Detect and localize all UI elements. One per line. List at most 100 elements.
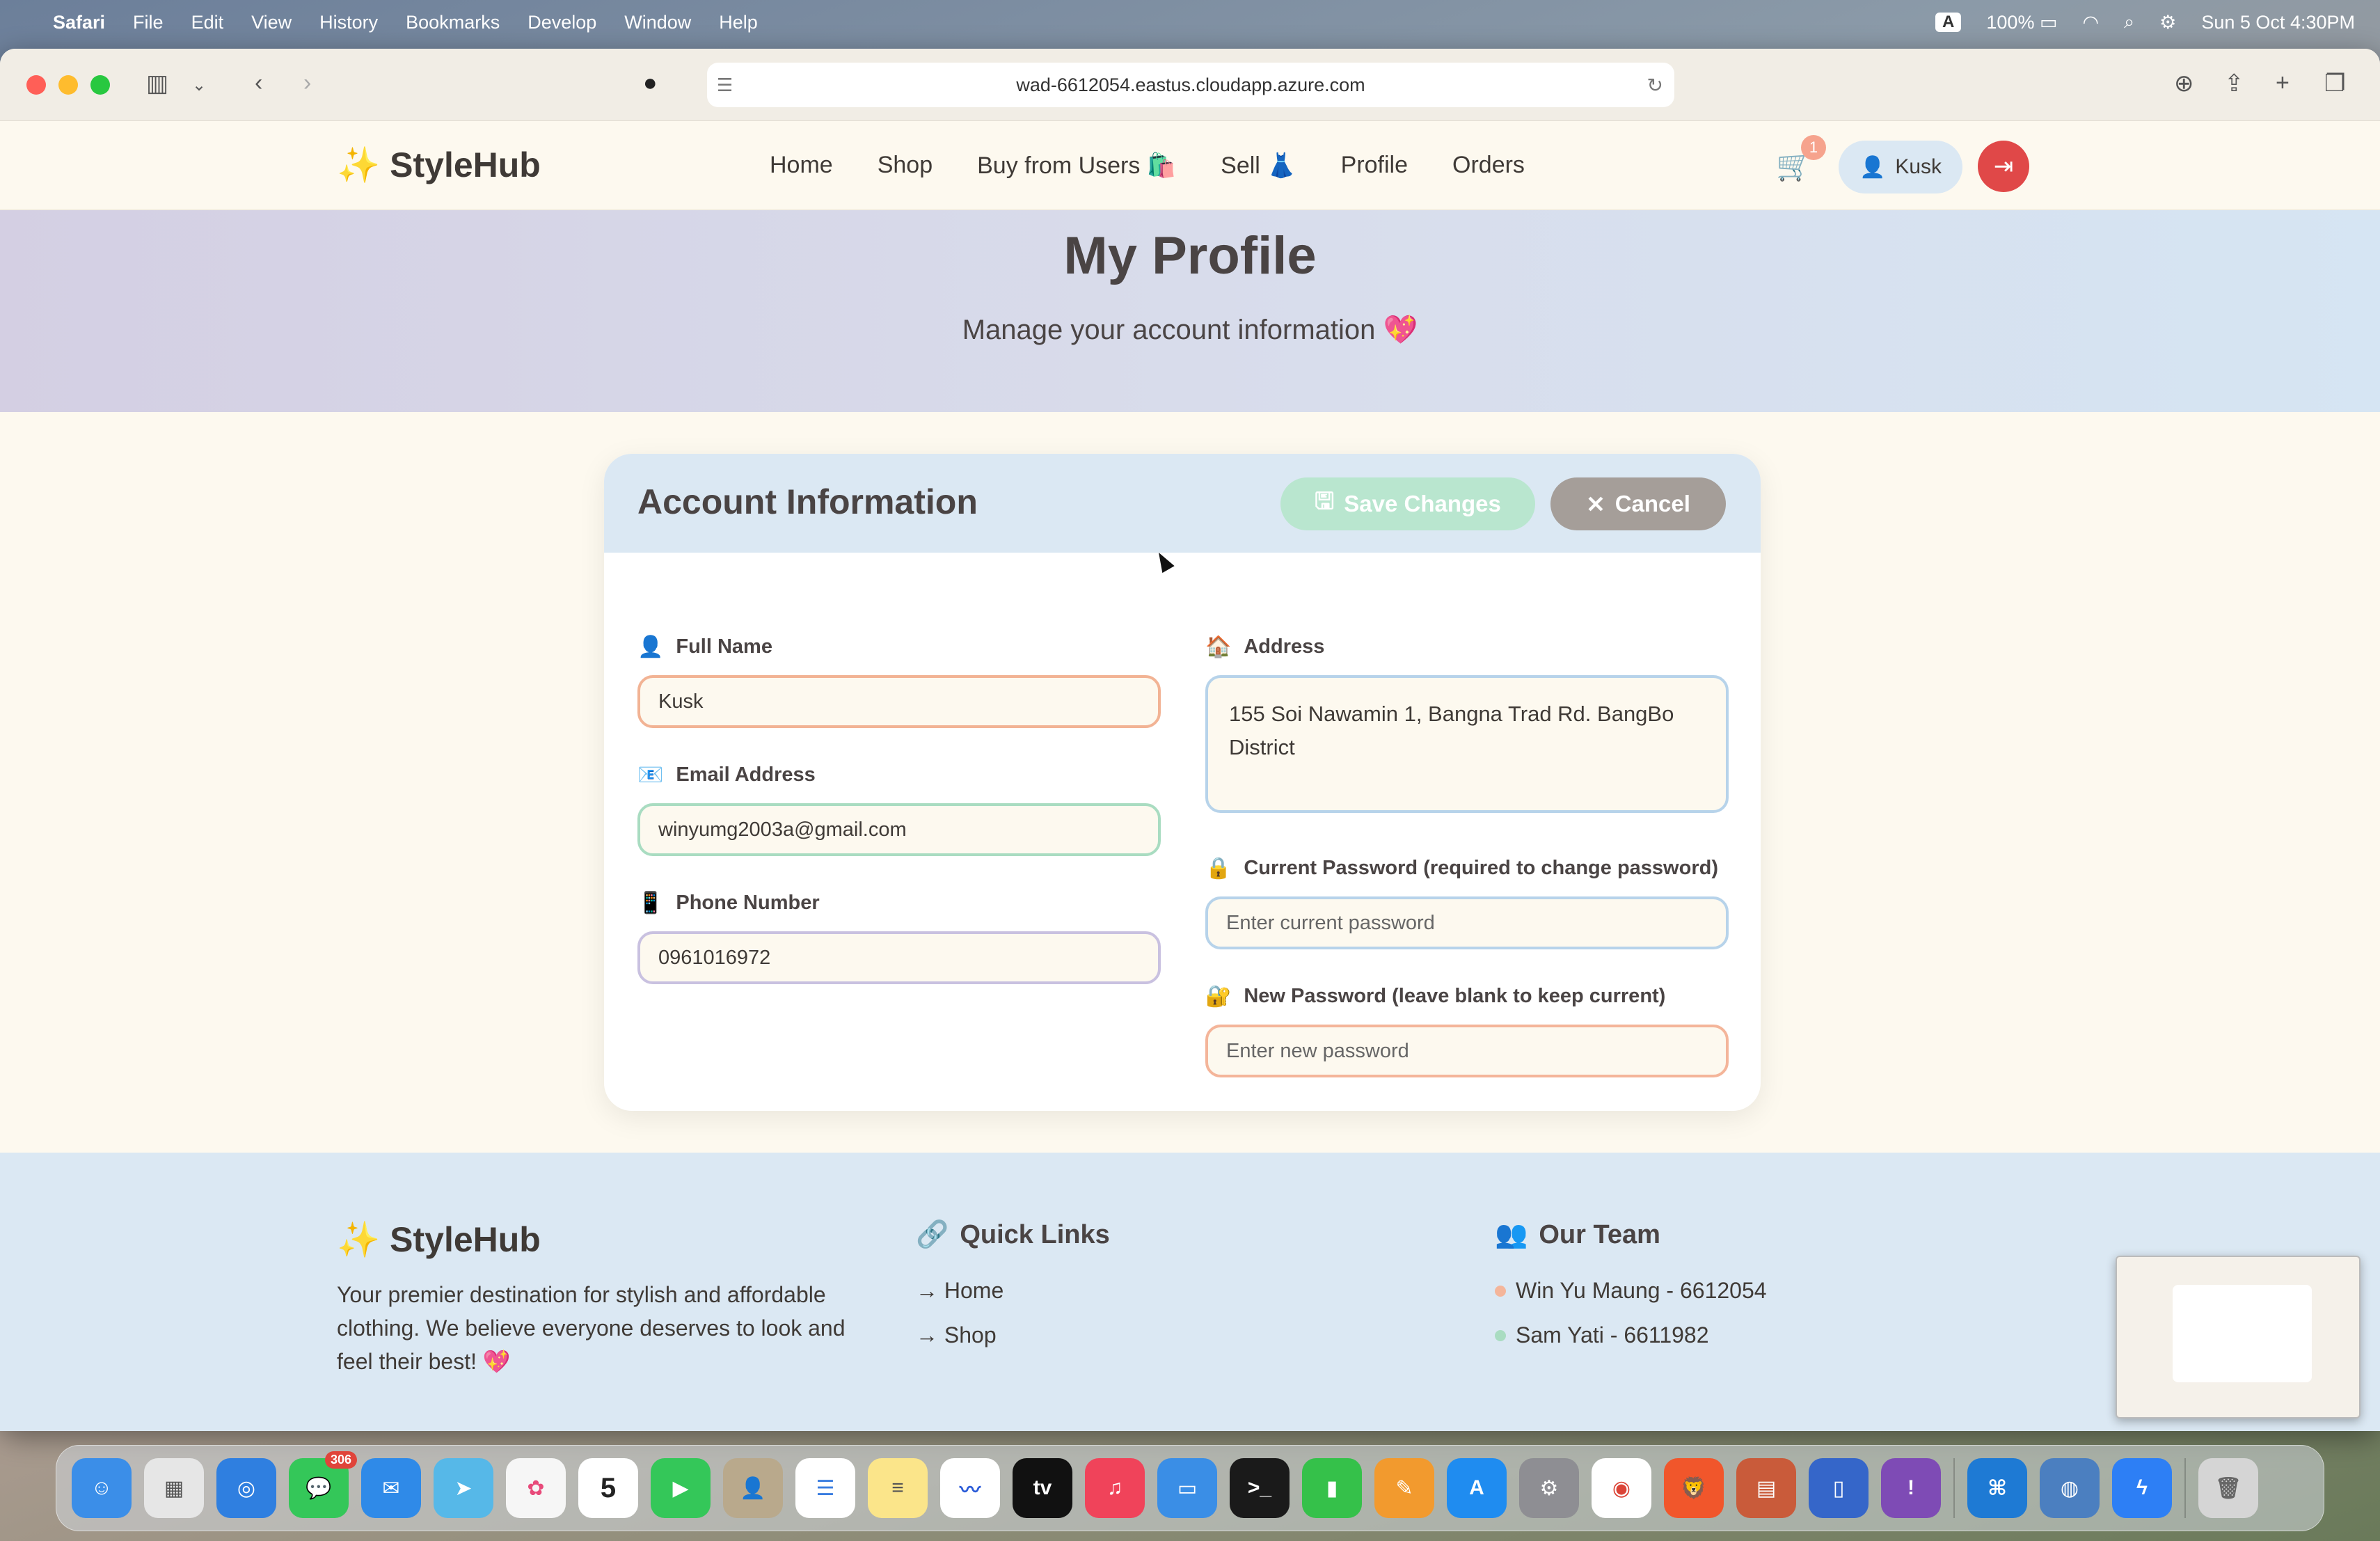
site-logo[interactable]: ✨ StyleHub <box>337 145 541 186</box>
main-nav: Home Shop Buy from Users 🛍️ Sell 👗 Profi… <box>770 152 1525 180</box>
freeform-icon[interactable]: 〰 <box>940 1458 1000 1518</box>
downloads-icon[interactable]: ⊕ <box>2174 70 2194 97</box>
facetime-icon[interactable]: ▶ <box>651 1458 711 1518</box>
reminders-icon[interactable]: ☰ <box>795 1458 855 1518</box>
cancel-button[interactable]: ✕ Cancel <box>1550 477 1726 530</box>
menu-view[interactable]: View <box>251 12 292 33</box>
pages-icon[interactable]: ✎ <box>1374 1458 1434 1518</box>
wifi-icon[interactable]: ◠ <box>2082 12 2099 33</box>
address-textarea[interactable]: 155 Soi Nawamin 1, Bangna Trad Rd. BangB… <box>1205 675 1729 813</box>
calendar-icon[interactable]: 5 <box>578 1458 638 1518</box>
browser-toolbar: ▥ ⌄ ‹ › ● ☰ wad-6612054.eastus.cloudapp.… <box>0 49 2380 121</box>
simulator-icon[interactable]: ▯ <box>1809 1458 1869 1518</box>
share-icon[interactable]: ⇪ <box>2224 70 2244 97</box>
new-password-input[interactable]: Enter new password <box>1205 1025 1729 1077</box>
spotlight-search-icon[interactable]: ⌕ <box>2124 11 2134 33</box>
quick-links-heading: 🔗 Quick Links <box>916 1219 1110 1250</box>
new-tab-icon[interactable]: + <box>2276 70 2290 97</box>
brave-icon[interactable]: 🦁 <box>1664 1458 1724 1518</box>
menu-help[interactable]: Help <box>719 12 758 33</box>
full-name-input[interactable]: Kusk <box>637 675 1161 728</box>
profile-hero: My Profile Manage your account informati… <box>0 210 2380 412</box>
menu-file[interactable]: File <box>133 12 164 33</box>
address-bar[interactable]: ☰ wad-6612054.eastus.cloudapp.azure.com … <box>707 63 1674 107</box>
email-input[interactable]: winyumg2003a@gmail.com <box>637 803 1161 856</box>
chevron-down-icon[interactable]: ⌄ <box>192 75 206 95</box>
key-lock-icon: 🔐 <box>1205 985 1232 1008</box>
save-changes-button[interactable]: 🖫 Save Changes <box>1280 477 1535 530</box>
team-member-name: Win Yu Maung - 6612054 <box>1516 1278 1767 1303</box>
quick-links-title: Quick Links <box>960 1219 1110 1249</box>
feedback-icon[interactable]: ! <box>1881 1458 1941 1518</box>
github-icon[interactable]: ● <box>643 70 658 97</box>
finder-icon[interactable]: ☺ <box>72 1458 132 1518</box>
maps-icon[interactable]: ➤ <box>434 1458 493 1518</box>
terminal-icon[interactable]: >_ <box>1230 1458 1290 1518</box>
page-title: My Profile <box>1063 226 1317 285</box>
footer-link-shop[interactable]: → Shop <box>916 1322 997 1348</box>
keynote-icon[interactable]: ▭ <box>1157 1458 1217 1518</box>
menu-window[interactable]: Window <box>624 12 691 33</box>
forward-arrow-icon[interactable]: › <box>303 70 311 97</box>
new-password-label: 🔐 New Password (leave blank to keep curr… <box>1205 984 1665 1009</box>
logout-button[interactable]: ⇥ <box>1978 141 2029 192</box>
page-subtitle: Manage your account information 💖 <box>962 315 1418 345</box>
team-icon: 👥 <box>1495 1220 1528 1249</box>
menu-edit[interactable]: Edit <box>191 12 224 33</box>
music-icon[interactable]: ♫ <box>1085 1458 1145 1518</box>
menubar-clock[interactable]: Sun 5 Oct 4:30PM <box>2201 12 2355 33</box>
notes-icon[interactable]: ≡ <box>868 1458 928 1518</box>
team-member-name: Sam Yati - 6611982 <box>1516 1322 1709 1348</box>
nav-shop[interactable]: Shop <box>878 152 933 180</box>
menu-develop[interactable]: Develop <box>527 12 596 33</box>
menu-history[interactable]: History <box>319 12 378 33</box>
nav-profile[interactable]: Profile <box>1341 152 1408 180</box>
vscode-icon[interactable]: ⌘ <box>1967 1458 2027 1518</box>
messages-icon[interactable]: 💬 306 <box>289 1451 357 1518</box>
menu-bookmarks[interactable]: Bookmarks <box>406 12 500 33</box>
messenger-icon[interactable]: ϟ <box>2112 1458 2172 1518</box>
database-app-icon[interactable]: ◍ <box>2040 1458 2100 1518</box>
menu-safari[interactable]: Safari <box>53 12 105 33</box>
username: Kusk <box>1895 155 1942 178</box>
app-store-icon[interactable]: A <box>1447 1458 1507 1518</box>
back-arrow-icon[interactable]: ‹ <box>255 70 262 97</box>
nav-sell[interactable]: Sell 👗 <box>1221 152 1296 180</box>
footer-link-home[interactable]: → Home <box>916 1278 1003 1304</box>
phone-icon: 📱 <box>637 892 664 915</box>
page-settings-icon[interactable]: ☰ <box>717 74 733 96</box>
contacts-icon[interactable]: 👤 <box>723 1458 783 1518</box>
screenshot-thumbnail[interactable] <box>2116 1256 2361 1418</box>
tab-overview-icon[interactable]: ❐ <box>2324 70 2345 97</box>
safari-icon[interactable]: ◎ <box>216 1458 276 1518</box>
reload-icon[interactable]: ↻ <box>1647 74 1663 97</box>
nav-home[interactable]: Home <box>770 152 833 180</box>
sidebar-toggle-icon[interactable]: ▥ <box>146 70 168 97</box>
close-window-button[interactable] <box>26 74 46 95</box>
nav-orders[interactable]: Orders <box>1452 152 1525 180</box>
mail-icon[interactable]: ✉ <box>361 1458 421 1518</box>
trash-icon[interactable]: 🗑 <box>2198 1458 2258 1518</box>
phone-input[interactable]: 0961016972 <box>637 931 1161 984</box>
battery-status[interactable]: 100% ▭ <box>1986 12 2057 33</box>
battery-percent: 100% <box>1986 11 2035 33</box>
control-center-icon[interactable]: ⚙ <box>2159 12 2176 33</box>
chrome-icon[interactable]: ◉ <box>1592 1458 1651 1518</box>
logout-icon: ⇥ <box>1993 153 2014 180</box>
apple-tv-icon[interactable]: tv <box>1013 1458 1072 1518</box>
nav-buy-from-users[interactable]: Buy from Users 🛍️ <box>977 152 1176 180</box>
current-password-input[interactable]: Enter current password <box>1205 896 1729 949</box>
launchpad-icon[interactable]: ▦ <box>144 1458 204 1518</box>
numbers-icon[interactable]: ▮ <box>1302 1458 1362 1518</box>
zoom-window-button[interactable] <box>90 74 110 95</box>
minimize-window-button[interactable] <box>58 74 78 95</box>
system-settings-icon[interactable]: ⚙ <box>1519 1458 1579 1518</box>
thumbnail-preview <box>2173 1285 2312 1382</box>
dictionary-app-icon[interactable]: ▤ <box>1736 1458 1796 1518</box>
input-source-icon[interactable]: A <box>1935 13 1962 32</box>
email-icon: 📧 <box>637 764 664 787</box>
person-icon: 👤 <box>637 635 664 658</box>
full-name-label-text: Full Name <box>676 635 772 658</box>
photos-icon[interactable]: ✿ <box>506 1458 566 1518</box>
user-menu-button[interactable]: 👤 Kusk <box>1839 141 1962 193</box>
